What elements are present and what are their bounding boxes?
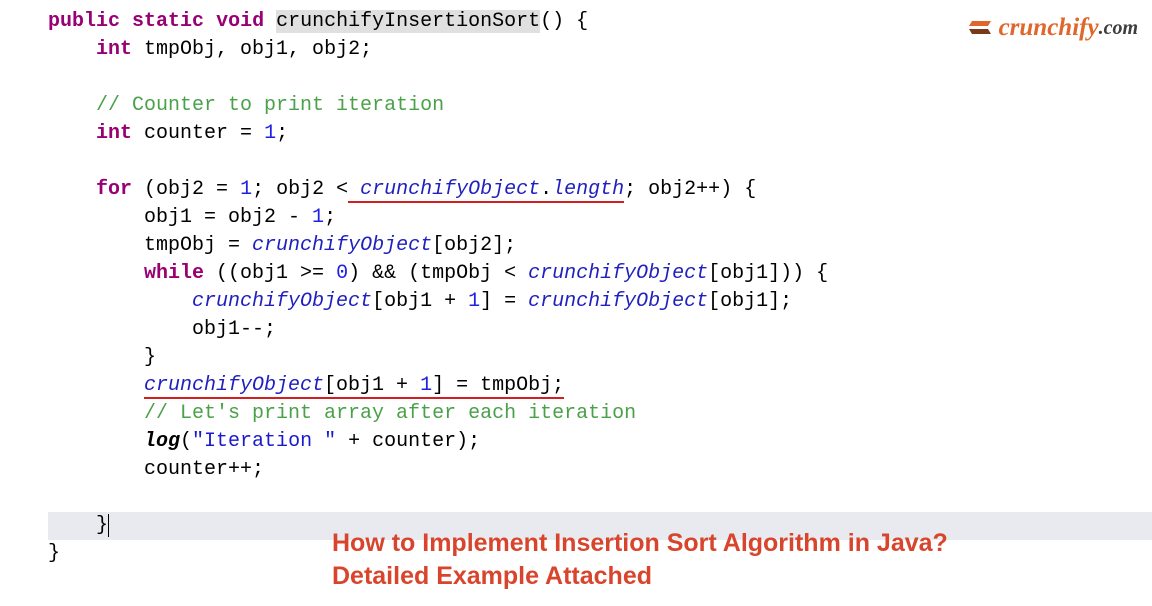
code-line-8: obj1 = obj2 - 1; — [144, 206, 336, 229]
article-title: How to Implement Insertion Sort Algorith… — [332, 527, 948, 592]
code-line-13: } — [144, 346, 156, 369]
code-line-7: for (obj2 = 1; obj2 < crunchifyObject.le… — [96, 178, 756, 203]
logo-icon — [969, 17, 995, 39]
code-line-20: } — [48, 542, 60, 565]
brand-logo: crunchify .com — [969, 10, 1138, 45]
code-line-16: log("Iteration " + counter); — [144, 430, 480, 453]
code-line-1: public static void crunchifyInsertionSor… — [48, 10, 588, 33]
code-line-2: int tmpObj, obj1, obj2; — [96, 38, 372, 61]
logo-text-domain: .com — [1099, 14, 1138, 42]
code-line-5: int counter = 1; — [96, 122, 288, 145]
code-block: public static void crunchifyInsertionSor… — [0, 0, 1152, 568]
code-line-17: counter++; — [144, 458, 264, 481]
code-line-4: // Counter to print iteration — [96, 94, 444, 117]
title-line-1: How to Implement Insertion Sort Algorith… — [332, 527, 948, 560]
code-line-14: crunchifyObject[obj1 + 1] = tmpObj; — [144, 374, 564, 399]
title-line-2: Detailed Example Attached — [332, 560, 948, 593]
code-line-12: obj1--; — [192, 318, 276, 341]
code-line-11: crunchifyObject[obj1 + 1] = crunchifyObj… — [192, 290, 792, 313]
code-line-9: tmpObj = crunchifyObject[obj2]; — [144, 234, 516, 257]
code-line-10: while ((obj1 >= 0) && (tmpObj < crunchif… — [144, 262, 828, 285]
code-line-15: // Let's print array after each iteratio… — [144, 402, 636, 425]
logo-text-main: crunchify — [999, 10, 1099, 45]
